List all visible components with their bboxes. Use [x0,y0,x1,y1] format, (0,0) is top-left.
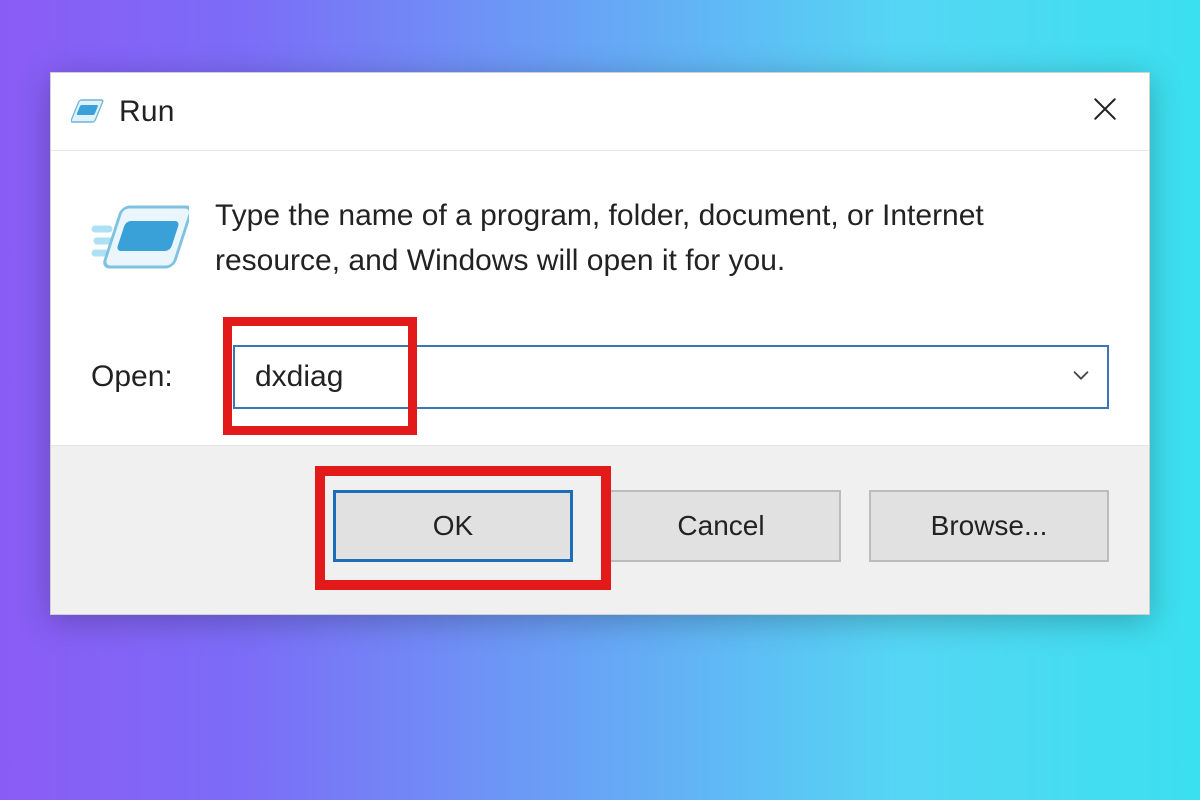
description-row: Type the name of a program, folder, docu… [91,193,1109,283]
close-button[interactable] [1069,83,1141,141]
chevron-down-icon [1070,364,1092,391]
run-icon [91,199,189,283]
ok-button-label: OK [433,510,473,542]
window-title: Run [119,95,1069,129]
close-icon [1092,96,1118,127]
ok-button[interactable]: OK [333,490,573,562]
open-row: Open: [91,345,1109,409]
open-input[interactable] [233,345,1109,409]
run-icon [71,96,105,128]
open-dropdown-button[interactable] [1067,363,1095,391]
titlebar: Run [51,73,1149,151]
browse-button-label: Browse... [931,510,1048,542]
browse-button[interactable]: Browse... [869,490,1109,562]
open-field-wrap [233,345,1109,409]
run-dialog: Run [50,72,1150,615]
cancel-button-label: Cancel [677,510,764,542]
desktop-background: Run [0,0,1200,800]
dialog-body: Type the name of a program, folder, docu… [51,151,1149,445]
open-label: Open: [91,360,211,394]
description-text: Type the name of a program, folder, docu… [215,193,1075,283]
dialog-footer: OK Cancel Browse... [51,445,1149,614]
cancel-button[interactable]: Cancel [601,490,841,562]
